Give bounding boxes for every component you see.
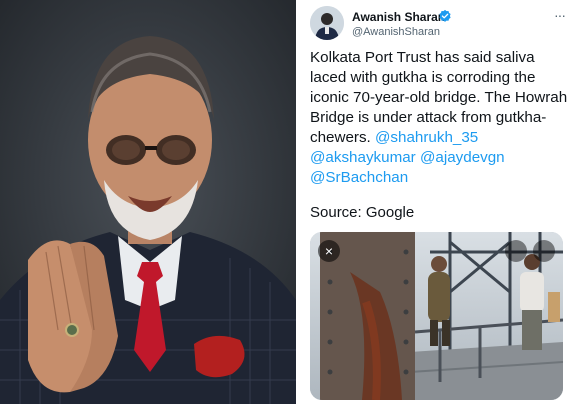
- tweet-media-image[interactable]: ×: [310, 232, 563, 400]
- person-photo: [0, 0, 296, 404]
- person-photo-art: [0, 0, 296, 404]
- verified-badge-icon: [439, 9, 451, 22]
- close-icon[interactable]: ×: [318, 240, 340, 262]
- tweet-header: Awanish Sharan @AwanishSharan ···: [310, 6, 569, 42]
- avatar[interactable]: [310, 6, 344, 40]
- tweet-text: Kolkata Port Trust has said saliva laced…: [310, 48, 572, 188]
- mention-link[interactable]: @ajaydevgn: [420, 149, 505, 166]
- tweet-card: Awanish Sharan @AwanishSharan ··· Kolkat…: [298, 0, 577, 404]
- more-horizontal-icon[interactable]: ···: [554, 8, 566, 22]
- source-text: Source: Google: [310, 204, 415, 221]
- avatar-person-icon: [310, 6, 344, 40]
- author-handle[interactable]: @AwanishSharan: [352, 26, 440, 38]
- zoom-icon[interactable]: [505, 240, 527, 262]
- mention-link[interactable]: @akshaykumar: [310, 149, 416, 166]
- author-name[interactable]: Awanish Sharan: [352, 10, 445, 24]
- expand-icon[interactable]: [533, 240, 555, 262]
- mention-link[interactable]: @shahrukh_35: [375, 129, 478, 146]
- mention-link[interactable]: @SrBachchan: [310, 169, 408, 186]
